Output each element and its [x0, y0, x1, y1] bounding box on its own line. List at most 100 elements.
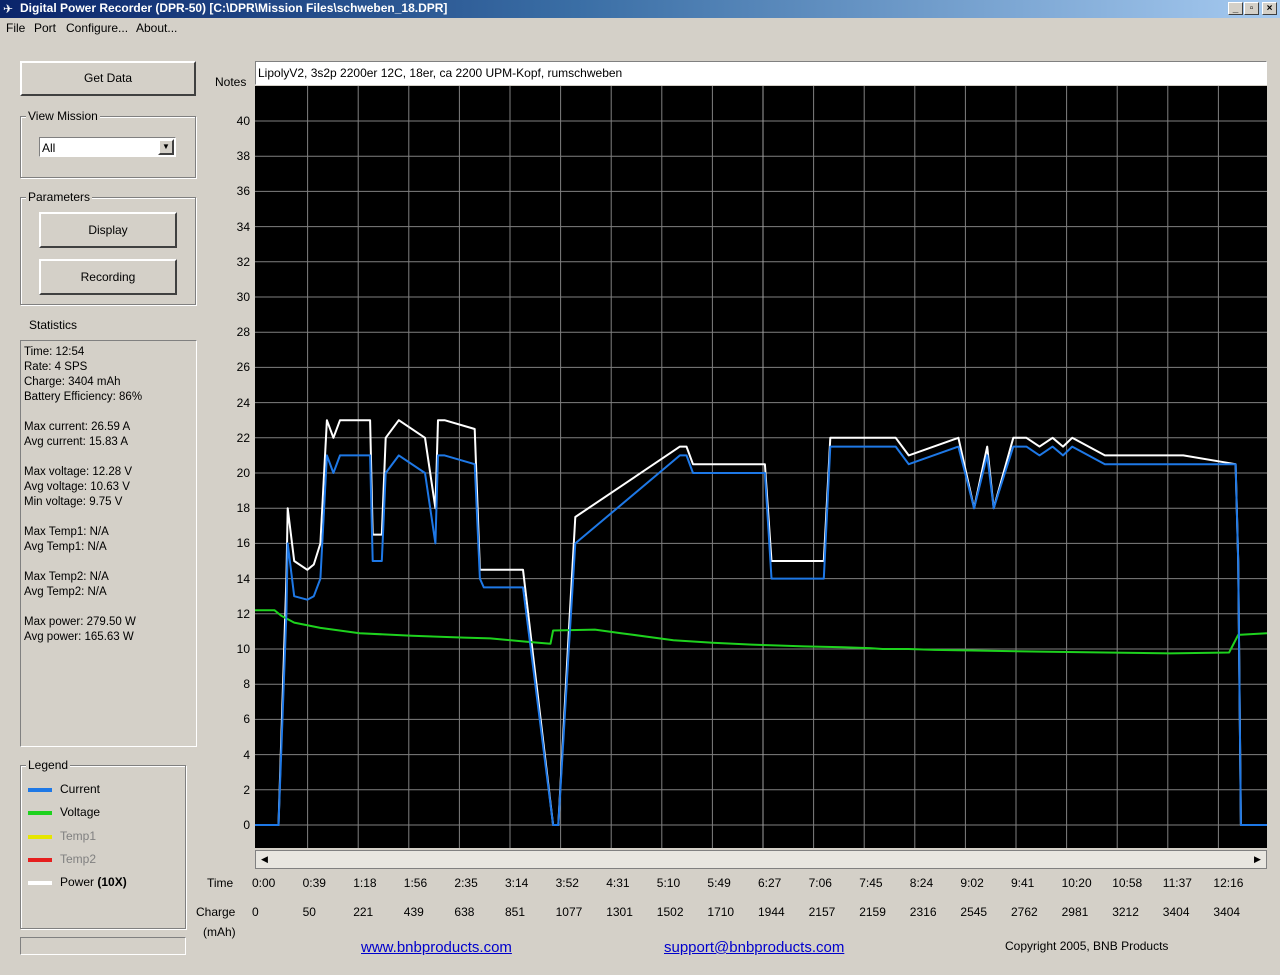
view-mission-value: All: [42, 141, 56, 155]
menu-file[interactable]: File: [6, 21, 25, 35]
y-tick-label: 8: [243, 677, 250, 692]
horizontal-scrollbar[interactable]: ◀ ▶: [255, 850, 1267, 869]
view-mission-select[interactable]: All ▼: [39, 137, 176, 157]
stat-line: Avg current: 15.83 A: [24, 436, 128, 448]
y-tick-label: 36: [236, 184, 250, 199]
stat-line: Min voltage: 9.75 V: [24, 496, 123, 508]
legend-suffix: (10X): [97, 875, 127, 889]
charge-unit-label: (mAh): [203, 925, 236, 939]
y-tick-label: 0: [243, 818, 250, 832]
title-bar: ✈ Digital Power Recorder (DPR-50) [C:\DP…: [0, 0, 1280, 18]
legend-text: Temp1: [60, 829, 97, 843]
stat-line: Rate: 4 SPS: [24, 361, 88, 373]
time-tick-label: 5:10: [656, 876, 681, 890]
time-tick-label: 12:16: [1213, 876, 1244, 890]
legend-text: Voltage: [60, 805, 101, 819]
close-button[interactable]: ×: [1262, 2, 1277, 15]
stat-line: Avg Temp1: N/A: [24, 541, 107, 553]
time-tick-label: 4:31: [606, 876, 630, 890]
y-tick-label: 34: [236, 219, 250, 234]
time-tick-label: 9:41: [1011, 876, 1035, 890]
charge-tick-label: 638: [454, 905, 475, 919]
view-mission-label: View Mission: [26, 109, 100, 123]
series-power-line: [255, 419, 1267, 826]
chart-series: [255, 419, 1267, 826]
legend-swatch: [28, 857, 52, 862]
y-tick-label: 20: [236, 466, 250, 480]
time-axis-label: Time: [207, 876, 234, 890]
legend-temp2[interactable]: Temp2: [28, 852, 96, 866]
charge-tick-label: 2316: [909, 905, 937, 919]
support-link[interactable]: support@bnbproducts.com: [664, 939, 844, 956]
window-title: Digital Power Recorder (DPR-50) [C:\DPR\…: [20, 1, 448, 15]
time-tick-label: 0:00: [252, 876, 276, 890]
charge-tick-label: 3404: [1162, 905, 1190, 919]
time-tick-label: 3:14: [505, 876, 529, 890]
menu-bar: File Port Configure... About...: [0, 18, 1280, 38]
chevron-down-icon[interactable]: ▼: [158, 139, 174, 155]
statistics-label: Statistics: [29, 318, 78, 332]
charge-tick-label: 1944: [758, 905, 785, 919]
website-link[interactable]: www.bnbproducts.com: [361, 939, 512, 956]
legend-text: Temp2: [60, 852, 97, 866]
chart-grid: [255, 86, 1267, 848]
charge-tick-label: 439: [403, 905, 424, 919]
notes-input[interactable]: [255, 61, 1267, 85]
time-tick-label: 5:49: [707, 876, 731, 890]
time-tick-label: 10:20: [1061, 876, 1092, 890]
stat-line: Max power: 279.50 W: [24, 616, 136, 628]
stat-line: Max Temp1: N/A: [24, 526, 109, 538]
stat-line: [24, 600, 196, 615]
maximize-button[interactable]: ▫: [1244, 2, 1259, 15]
minimize-button[interactable]: _: [1228, 2, 1243, 15]
y-tick-label: 12: [236, 606, 250, 621]
legend-text: Power: [60, 875, 95, 889]
y-tick-label: 6: [243, 712, 250, 727]
statistics-panel: Time: 12:54 Rate: 4 SPS Charge: 3404 mAh…: [20, 340, 197, 747]
charge-tick-label: 1502: [656, 905, 684, 919]
notes-label: Notes: [215, 75, 247, 89]
stat-line: Charge: 3404 mAh: [24, 376, 121, 388]
menu-configure[interactable]: Configure...: [66, 21, 128, 35]
stat-line: Max current: 26.59 A: [24, 421, 131, 433]
stat-line: Avg voltage: 10.63 V: [24, 481, 130, 493]
stat-line: Max voltage: 12.28 V: [24, 466, 133, 478]
y-tick-label: 14: [236, 571, 250, 586]
legend-current[interactable]: Current: [28, 782, 100, 796]
stat-line: Battery Efficiency: 86%: [24, 391, 143, 403]
stat-line: [24, 510, 196, 525]
recording-button[interactable]: Recording: [39, 259, 177, 295]
time-tick-label: 9:02: [960, 876, 984, 890]
legend-swatch: [28, 834, 52, 839]
charge-tick-label: 2981: [1061, 905, 1089, 919]
y-tick-label: 4: [243, 747, 250, 762]
app-icon: ✈: [3, 2, 14, 16]
charge-tick-label: 0: [252, 905, 259, 919]
stat-line: Time: 12:54: [24, 346, 85, 358]
scroll-left-icon[interactable]: ◀: [257, 852, 272, 867]
time-tick-label: 7:45: [859, 876, 883, 890]
scroll-right-icon[interactable]: ▶: [1250, 852, 1265, 867]
charge-tick-label: 1077: [555, 905, 583, 919]
y-tick-label: 32: [236, 254, 250, 269]
charge-tick-label: 2762: [1011, 905, 1038, 919]
charge-tick-label: 2545: [960, 905, 988, 919]
y-tick-label: 22: [236, 430, 250, 445]
display-button[interactable]: Display: [39, 212, 177, 248]
legend-text: Current: [60, 782, 101, 796]
menu-port[interactable]: Port: [34, 21, 56, 35]
y-tick-label: 16: [236, 536, 250, 551]
legend-voltage[interactable]: Voltage: [28, 805, 100, 819]
charge-tick-label: 50: [302, 905, 316, 919]
time-tick-label: 0:39: [302, 876, 326, 890]
time-tick-label: 3:52: [555, 876, 579, 890]
legend-temp1[interactable]: Temp1: [28, 829, 96, 843]
menu-about[interactable]: About...: [136, 21, 177, 35]
time-tick-label: 11:37: [1162, 876, 1192, 890]
charge-axis-label: Charge: [196, 905, 236, 919]
y-tick-label: 38: [236, 149, 250, 164]
charge-tick-label: 851: [505, 905, 526, 919]
legend-power[interactable]: Power (10X): [28, 875, 127, 889]
time-tick-label: 7:06: [808, 876, 832, 890]
get-data-button[interactable]: Get Data: [20, 61, 196, 96]
